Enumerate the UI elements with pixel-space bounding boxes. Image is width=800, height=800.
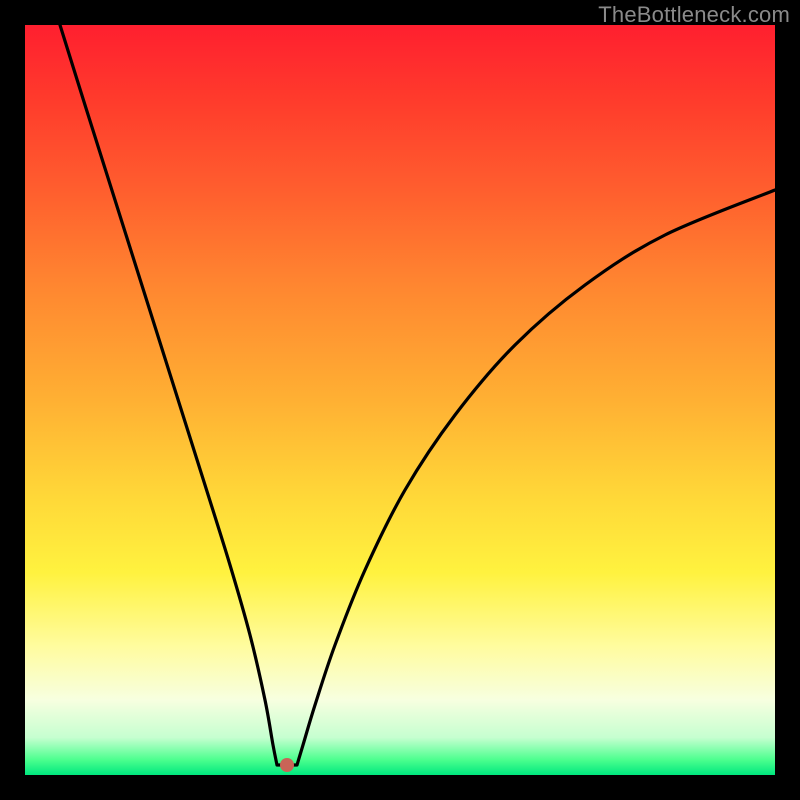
chart-frame: TheBottleneck.com [0, 0, 800, 800]
watermark-text: TheBottleneck.com [598, 2, 790, 28]
highlight-dot [280, 758, 294, 772]
bottleneck-curve [25, 25, 775, 775]
